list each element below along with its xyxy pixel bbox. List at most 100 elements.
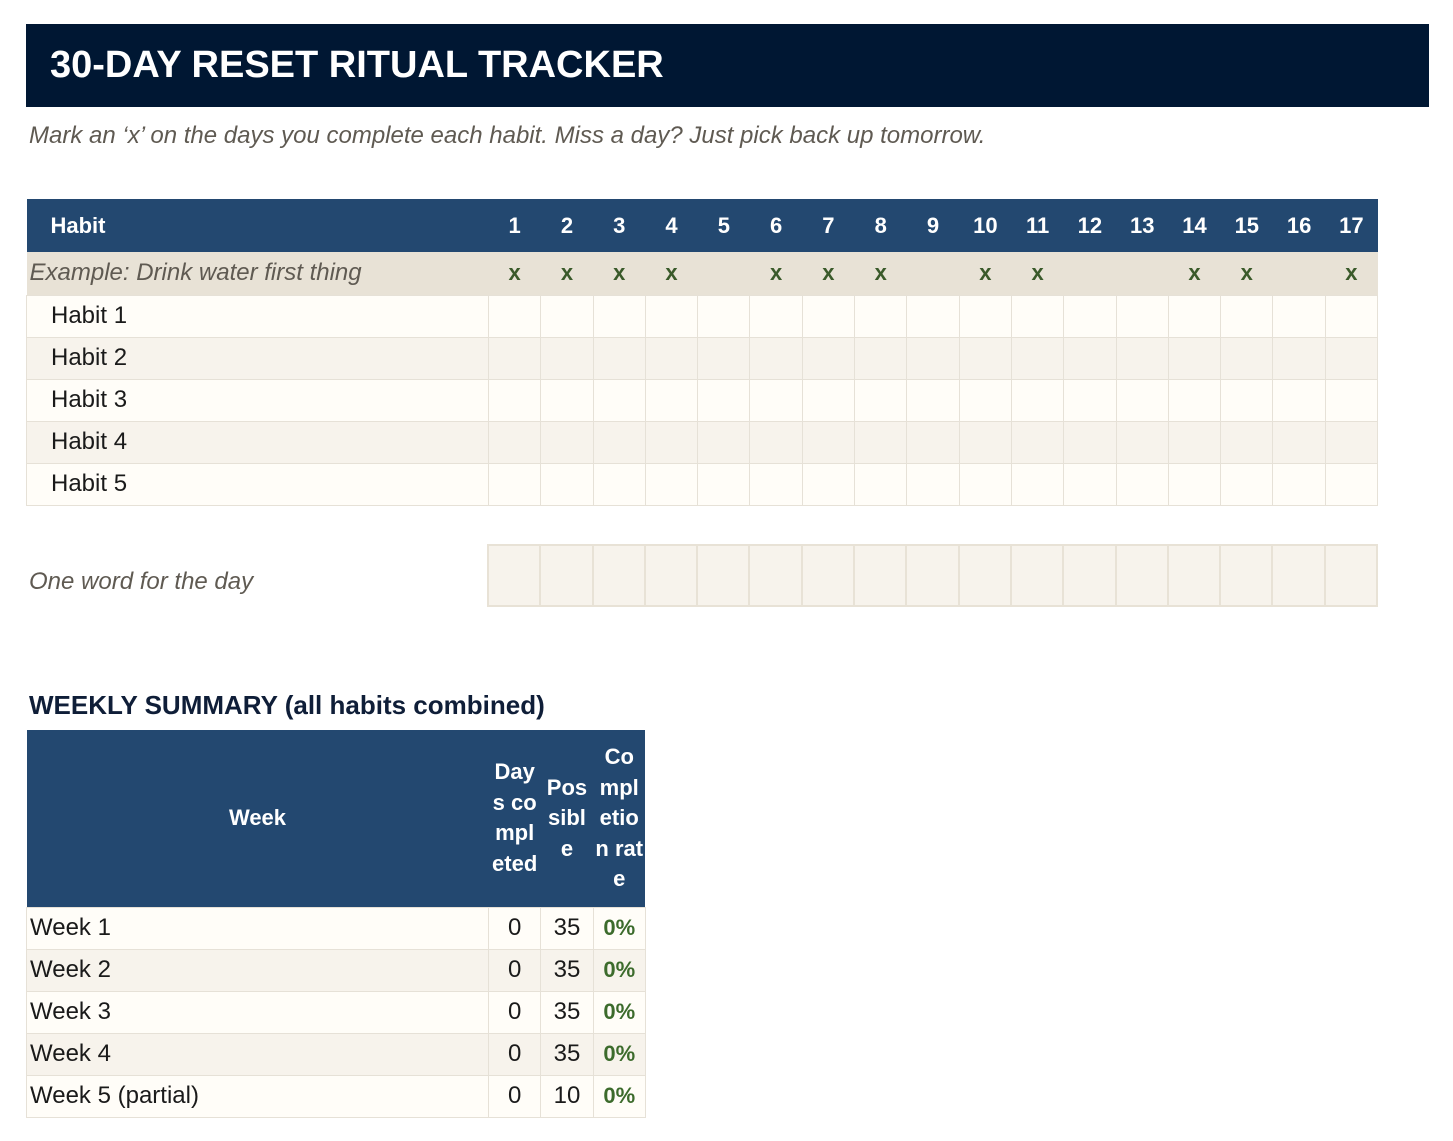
habit-day-cell[interactable]	[1220, 420, 1274, 464]
habit-day-cell[interactable]	[1063, 294, 1117, 338]
habit-day-cell[interactable]	[1220, 462, 1274, 506]
one-word-cell[interactable]	[1114, 544, 1169, 607]
habit-day-cell[interactable]	[697, 336, 751, 380]
habit-day-cell[interactable]	[1115, 336, 1169, 380]
habit-day-cell[interactable]	[487, 420, 542, 464]
habit-day-cell[interactable]	[1272, 336, 1326, 380]
habit-day-cell[interactable]	[1324, 336, 1379, 380]
habit-day-cell[interactable]	[958, 294, 1012, 338]
habit-day-cell[interactable]	[1220, 336, 1274, 380]
habit-day-cell[interactable]	[697, 420, 751, 464]
habit-day-cell[interactable]	[1167, 378, 1222, 422]
habit-day-cell[interactable]	[906, 420, 960, 464]
one-word-cell[interactable]	[905, 544, 960, 607]
habit-day-cell[interactable]	[906, 462, 960, 506]
habit-day-cell[interactable]	[801, 294, 856, 338]
habit-day-cell[interactable]	[854, 420, 908, 464]
habit-day-cell[interactable]	[801, 378, 856, 422]
habit-day-cell[interactable]	[906, 294, 960, 338]
habit-day-cell[interactable]	[1324, 462, 1379, 506]
habit-day-cell[interactable]	[540, 336, 594, 380]
habit-day-cell[interactable]	[1324, 420, 1379, 464]
habit-day-cell[interactable]	[958, 378, 1012, 422]
one-word-cell[interactable]	[1166, 544, 1222, 607]
habit-day-cell[interactable]	[1063, 378, 1117, 422]
habit-day-cell[interactable]	[1167, 336, 1222, 380]
habit-day-cell[interactable]	[1010, 420, 1065, 464]
habit-day-cell[interactable]	[1063, 336, 1117, 380]
habit-day-cell[interactable]	[540, 378, 594, 422]
habit-day-cell[interactable]	[1115, 462, 1169, 506]
habit-day-cell[interactable]	[749, 462, 803, 506]
habit-day-cell[interactable]	[854, 294, 908, 338]
habit-day-cell[interactable]	[1010, 336, 1065, 380]
habit-label[interactable]: Habit 5	[26, 462, 489, 506]
habit-day-cell[interactable]	[644, 462, 699, 506]
habit-day-cell[interactable]	[958, 462, 1012, 506]
habit-day-cell[interactable]	[487, 462, 542, 506]
habit-day-cell[interactable]	[644, 294, 699, 338]
habit-label[interactable]: Habit 1	[26, 294, 489, 338]
habit-day-cell[interactable]	[906, 378, 960, 422]
habit-day-cell[interactable]	[1220, 378, 1274, 422]
habit-day-cell[interactable]	[1010, 294, 1065, 338]
habit-day-cell[interactable]	[749, 336, 803, 380]
habit-label[interactable]: Habit 4	[26, 420, 489, 464]
one-word-cell[interactable]	[486, 544, 542, 607]
habit-day-cell[interactable]	[854, 462, 908, 506]
habit-day-cell[interactable]	[697, 378, 751, 422]
habit-day-cell[interactable]	[592, 294, 646, 338]
habit-day-cell[interactable]	[1167, 420, 1222, 464]
one-word-cell[interactable]	[1219, 544, 1274, 607]
habit-day-cell[interactable]	[1272, 294, 1326, 338]
habit-day-cell[interactable]	[592, 462, 646, 506]
habit-day-cell[interactable]	[540, 462, 594, 506]
habit-day-cell[interactable]	[1220, 294, 1274, 338]
habit-day-cell[interactable]	[697, 462, 751, 506]
habit-day-cell[interactable]	[1324, 294, 1379, 338]
one-word-cell[interactable]	[539, 544, 594, 607]
one-word-cell[interactable]	[591, 544, 646, 607]
one-word-cell[interactable]	[748, 544, 803, 607]
habit-day-cell[interactable]	[801, 336, 856, 380]
habit-day-cell[interactable]	[592, 420, 646, 464]
habit-day-cell[interactable]	[487, 294, 542, 338]
habit-day-cell[interactable]	[644, 336, 699, 380]
habit-day-cell[interactable]	[1272, 462, 1326, 506]
habit-day-cell[interactable]	[1167, 294, 1222, 338]
habit-day-cell[interactable]	[1167, 462, 1222, 506]
habit-label[interactable]: Habit 3	[26, 378, 489, 422]
habit-day-cell[interactable]	[801, 420, 856, 464]
habit-day-cell[interactable]	[487, 336, 542, 380]
habit-day-cell[interactable]	[958, 336, 1012, 380]
habit-day-cell[interactable]	[749, 420, 803, 464]
habit-day-cell[interactable]	[854, 336, 908, 380]
habit-label[interactable]: Habit 2	[26, 336, 489, 380]
habit-day-cell[interactable]	[644, 420, 699, 464]
habit-day-cell[interactable]	[697, 294, 751, 338]
habit-day-cell[interactable]	[854, 378, 908, 422]
habit-day-cell[interactable]	[749, 378, 803, 422]
habit-day-cell[interactable]	[906, 336, 960, 380]
one-word-cell[interactable]	[1062, 544, 1117, 607]
habit-day-cell[interactable]	[1063, 420, 1117, 464]
habit-day-cell[interactable]	[592, 378, 646, 422]
habit-day-cell[interactable]	[1324, 378, 1379, 422]
habit-day-cell[interactable]	[540, 420, 594, 464]
habit-day-cell[interactable]	[540, 294, 594, 338]
one-word-cell[interactable]	[696, 544, 751, 607]
one-word-cell[interactable]	[1009, 544, 1065, 607]
one-word-cell[interactable]	[800, 544, 856, 607]
habit-day-cell[interactable]	[1115, 294, 1169, 338]
habit-day-cell[interactable]	[801, 462, 856, 506]
habit-day-cell[interactable]	[592, 336, 646, 380]
habit-day-cell[interactable]	[749, 294, 803, 338]
habit-day-cell[interactable]	[1272, 420, 1326, 464]
one-word-cell[interactable]	[643, 544, 699, 607]
one-word-cell[interactable]	[957, 544, 1012, 607]
one-word-cell[interactable]	[853, 544, 908, 607]
habit-day-cell[interactable]	[644, 378, 699, 422]
one-word-cell[interactable]	[1271, 544, 1326, 607]
habit-day-cell[interactable]	[1010, 378, 1065, 422]
habit-day-cell[interactable]	[1115, 378, 1169, 422]
